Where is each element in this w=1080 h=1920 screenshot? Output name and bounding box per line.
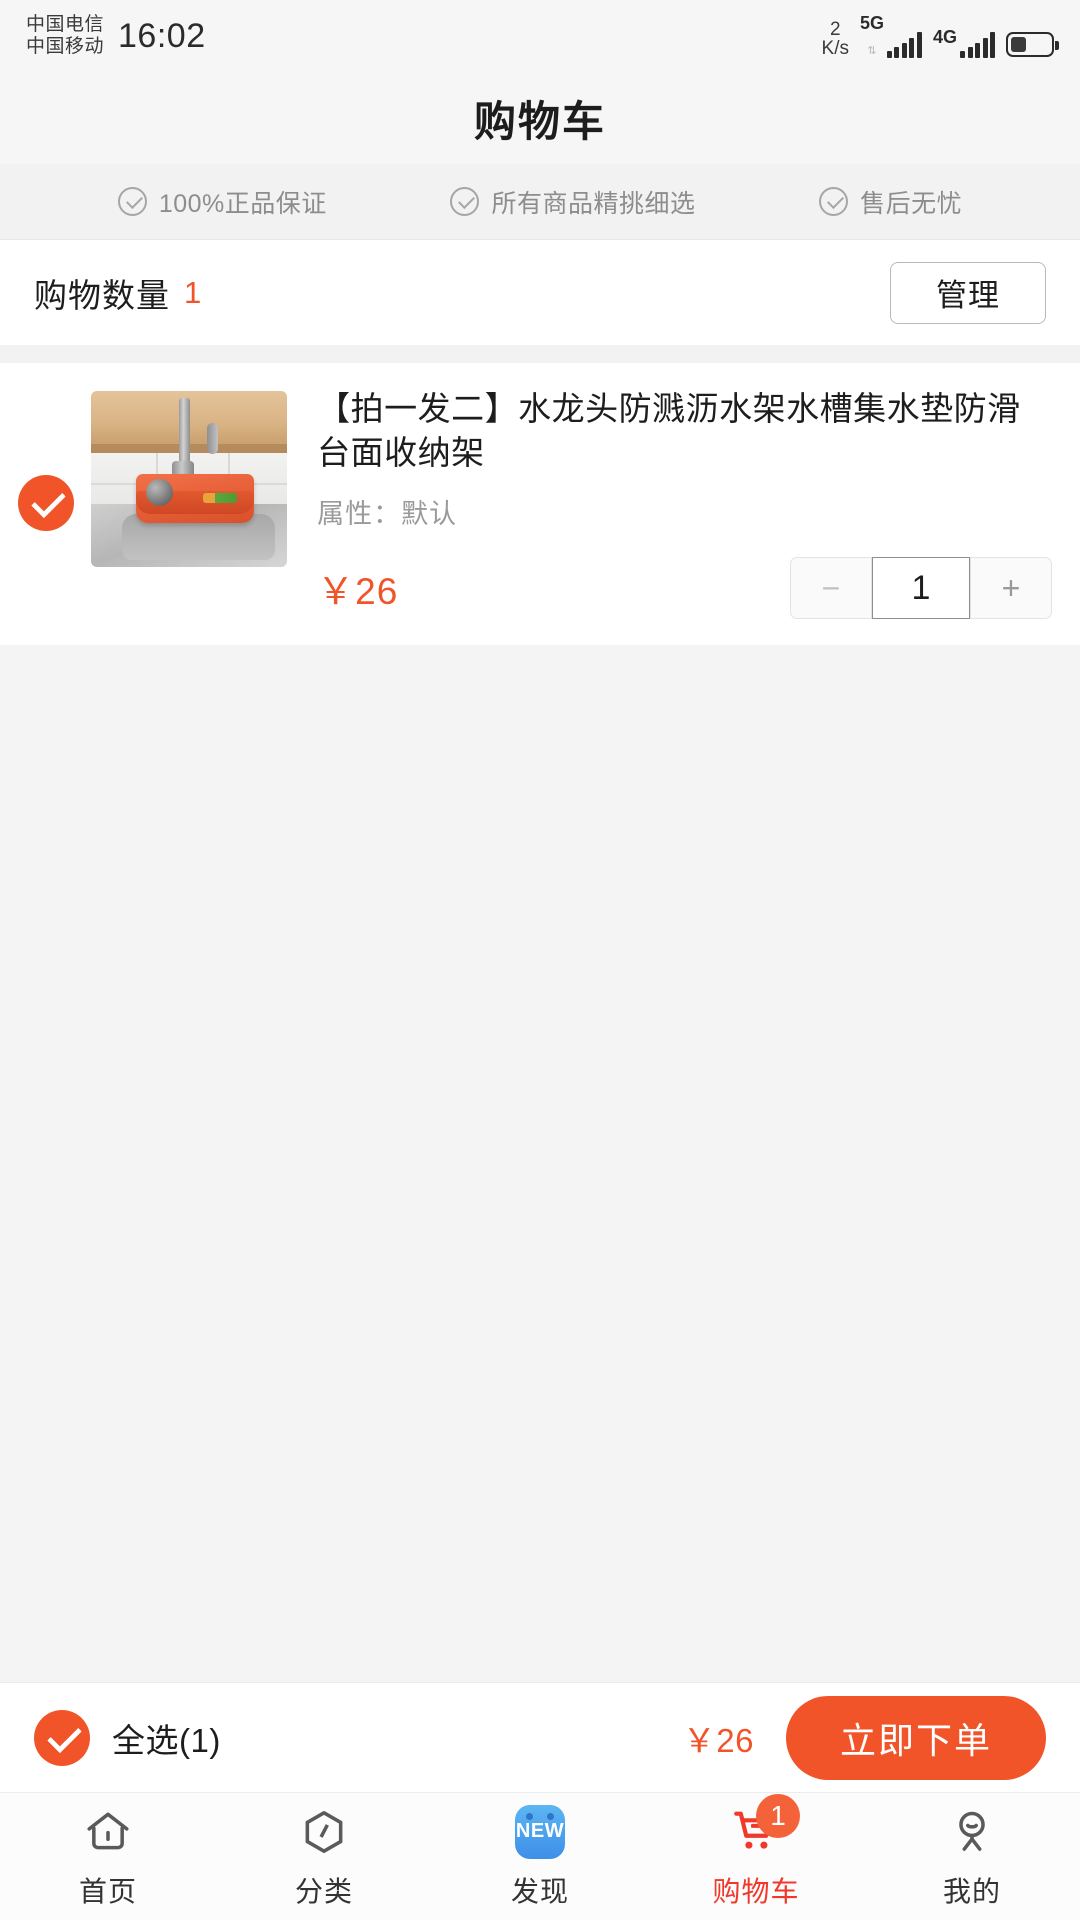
trust-label-3: 售后无忧 xyxy=(860,189,963,218)
status-bar: 中国电信 中国移动 16:02 2 K/s 5G ⇅ 4G xyxy=(0,0,1080,72)
cart-count-row: 购物数量 1 管理 xyxy=(0,240,1080,345)
new-badge-text: NEW xyxy=(515,1820,565,1842)
select-all-control[interactable]: 全选(1) xyxy=(34,1709,221,1766)
quantity-increase-button[interactable]: + xyxy=(970,557,1052,620)
product-thumbnail[interactable] xyxy=(91,391,288,567)
empty-scroll-area xyxy=(0,645,1080,1682)
page-title: 购物车 xyxy=(473,97,606,145)
cart-count-value: 1 xyxy=(184,274,202,310)
person-icon xyxy=(944,1804,1000,1860)
carrier-1: 中国电信 xyxy=(26,14,105,36)
page-title-bar: 购物车 xyxy=(0,72,1080,164)
cart-item-checkbox[interactable] xyxy=(17,475,74,532)
cart-item-select-cell xyxy=(0,475,91,532)
carrier-2: 中国移动 xyxy=(26,36,105,57)
circle-check-icon xyxy=(117,187,147,216)
quantity-decrease-button[interactable]: − xyxy=(790,557,872,620)
cart-total-price: ￥26 xyxy=(682,1721,754,1759)
tab-category-label: 分类 xyxy=(294,1875,353,1907)
signal-indicator-5g: 5G ⇅ xyxy=(860,14,922,58)
tab-category[interactable]: 分类 xyxy=(216,1804,432,1910)
cart-item-row: 【拍一发二】水龙头防溅沥水架水槽集水垫防滑台面收纳架 属性：默认 ￥26 − 1… xyxy=(0,363,1080,646)
place-order-button[interactable]: 立即下单 xyxy=(786,1695,1046,1780)
status-bar-clock: 16:02 xyxy=(118,16,206,55)
data-transfer-icon: ⇅ xyxy=(867,45,877,57)
product-price-row: ￥26 − 1 + xyxy=(317,557,1052,620)
signal-bars-icon xyxy=(886,32,922,58)
status-bar-right: 2 K/s 5G ⇅ 4G xyxy=(822,14,1059,58)
circle-check-icon xyxy=(819,187,849,216)
signal-bars-icon-2 xyxy=(960,32,995,58)
status-bar-left: 中国电信 中国移动 16:02 xyxy=(26,14,206,58)
shopping-cart-icon: 1 xyxy=(728,1793,800,1860)
tab-cart[interactable]: 1 购物车 xyxy=(648,1793,864,1910)
select-all-label: 全选(1) xyxy=(112,1721,221,1759)
new-badge-icon: NEW xyxy=(512,1804,568,1860)
network-speed-unit: K/s xyxy=(821,38,849,59)
network-speed-value: 2 xyxy=(829,19,841,40)
tab-profile-label: 我的 xyxy=(942,1875,1001,1907)
cart-badge-count: 1 xyxy=(756,1793,800,1838)
signal-4g-label: 4G xyxy=(932,27,957,47)
tab-profile[interactable]: 我的 xyxy=(864,1804,1080,1910)
cart-count-label: 购物数量 xyxy=(34,276,170,314)
trust-item-curation: 所有商品精挑细选 xyxy=(450,184,695,220)
tab-cart-label: 购物车 xyxy=(712,1875,800,1907)
product-attribute-value: 默认 xyxy=(401,499,458,530)
trust-label-2: 所有商品精挑细选 xyxy=(491,189,696,218)
quantity-stepper: − 1 + xyxy=(790,557,1052,620)
bottom-tab-bar: 首页 分类 NEW 发现 1 购物车 我的 xyxy=(0,1792,1080,1920)
app-screen: 中国电信 中国移动 16:02 2 K/s 5G ⇅ 4G 购物车 100%正品… xyxy=(0,0,1080,1920)
trust-item-authenticity: 100%正品保证 xyxy=(117,184,327,220)
battery-icon xyxy=(1006,32,1059,57)
manage-button[interactable]: 管理 xyxy=(890,261,1046,324)
signal-5g-label: 5G xyxy=(859,13,884,33)
faucet-handle-graphic xyxy=(206,422,218,455)
cart-action-bar: 全选(1) ￥26 立即下单 xyxy=(0,1682,1080,1792)
category-hexagon-icon xyxy=(296,1804,352,1860)
trust-item-aftersales: 售后无忧 xyxy=(819,184,962,220)
trust-banner: 100%正品保证 所有商品精挑细选 售后无忧 xyxy=(0,164,1080,240)
new-badge-shape: NEW xyxy=(515,1804,565,1859)
product-title[interactable]: 【拍一发二】水龙头防溅沥水架水槽集水垫防滑台面收纳架 xyxy=(317,387,1052,474)
home-icon xyxy=(80,1804,136,1860)
signal-indicator-4g: 4G xyxy=(933,28,995,58)
product-info: 【拍一发二】水龙头防溅沥水架水槽集水垫防滑台面收纳架 属性：默认 ￥26 − 1… xyxy=(287,387,1052,620)
select-all-checkbox[interactable] xyxy=(34,1709,90,1766)
tab-discover[interactable]: NEW 发现 xyxy=(432,1804,648,1910)
tab-home-label: 首页 xyxy=(78,1875,137,1907)
product-price: ￥26 xyxy=(317,571,399,613)
product-attribute: 属性：默认 xyxy=(317,492,1052,531)
tab-home[interactable]: 首页 xyxy=(0,1804,216,1910)
product-attribute-label: 属性： xyxy=(317,499,402,530)
quantity-value[interactable]: 1 xyxy=(872,557,970,620)
scrubber-ball-graphic xyxy=(146,479,173,506)
sponge-graphic xyxy=(202,493,237,504)
tab-discover-label: 发现 xyxy=(510,1875,569,1907)
trust-label-1: 100%正品保证 xyxy=(158,189,327,218)
section-divider xyxy=(0,345,1080,363)
circle-check-icon xyxy=(450,187,480,216)
network-speed-indicator: 2 K/s xyxy=(822,20,849,58)
carrier-labels: 中国电信 中国移动 xyxy=(26,14,104,58)
